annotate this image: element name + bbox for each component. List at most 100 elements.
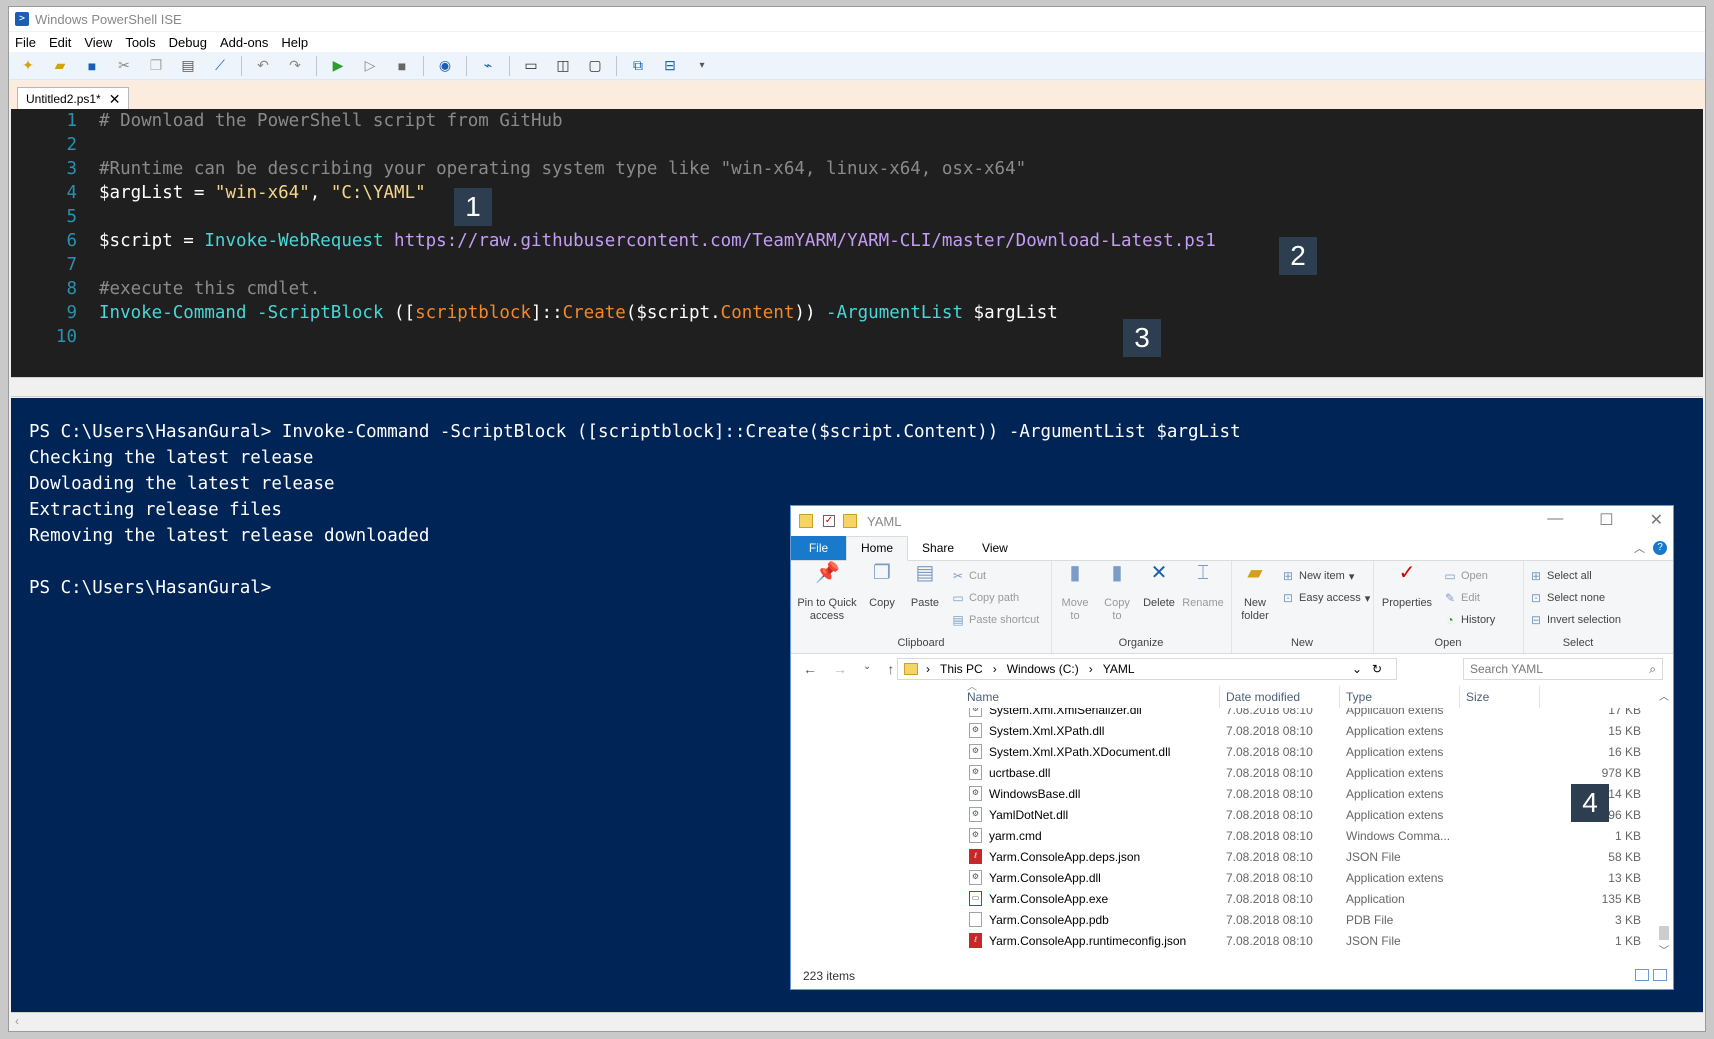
- pin-quick-access-button[interactable]: 📌 Pin to Quick access: [797, 563, 857, 623]
- properties-button[interactable]: ✓ Properties: [1379, 563, 1435, 610]
- vertical-scrollbar[interactable]: ︿ ﹀: [1655, 686, 1673, 957]
- stop-icon[interactable]: ■: [391, 55, 413, 77]
- file-row[interactable]: ⚙ WindowsBase.dll 7.08.2018 08:10 Applicati…: [791, 783, 1653, 804]
- column-divider[interactable]: [1339, 686, 1340, 708]
- scroll-left-icon[interactable]: ‹: [15, 1014, 19, 1028]
- easy-access-button[interactable]: ⊡ Easy access ▾: [1281, 591, 1370, 605]
- file-row[interactable]: ⚙ System.Xml.XPath.dll 7.08.2018 08:10 Appl…: [791, 720, 1653, 741]
- invert-selection-button[interactable]: ⊟ Invert selection: [1529, 613, 1621, 627]
- file-row[interactable]: ⚙ System.Xml.XPath.XDocument.dll 7.08.2018…: [791, 741, 1653, 762]
- new-file-icon[interactable]: ✦: [17, 55, 39, 77]
- file-row[interactable]: ⚙ yarm.cmd 7.08.2018 08:10 Windows Comma...…: [791, 825, 1653, 846]
- search-input[interactable]: Search YAML ⌕: [1463, 658, 1663, 680]
- file-row[interactable]: ⚙ YamlDotNet.dll 7.08.2018 08:10 Applicatio…: [791, 804, 1653, 825]
- select-all-button[interactable]: ⊞ Select all: [1529, 569, 1592, 583]
- minimize-icon[interactable]: —: [1547, 510, 1563, 530]
- column-name[interactable]: Name: [967, 690, 999, 704]
- column-divider[interactable]: [1219, 686, 1220, 708]
- toolbar-overflow-icon[interactable]: ▾: [691, 55, 713, 77]
- close-icon[interactable]: ✕: [109, 91, 121, 108]
- up-icon[interactable]: ↑: [887, 661, 894, 677]
- new-item-button[interactable]: ⊞ New item ▾: [1281, 569, 1354, 583]
- breadcrumb-yaml[interactable]: YAML: [1103, 662, 1135, 676]
- file-row[interactable]: ⚙ System.Xml.XmlSerializer.dll 7.08.2018 0…: [791, 708, 1653, 720]
- column-divider[interactable]: [1539, 686, 1540, 708]
- collapse-ribbon-icon[interactable]: ︿: [1634, 540, 1645, 556]
- maximize-icon[interactable]: ☐: [1599, 510, 1613, 530]
- pane-splitter[interactable]: [11, 377, 1703, 397]
- recent-locations-icon[interactable]: ⌄: [863, 661, 871, 677]
- copy-to-button[interactable]: ▮ Copy to: [1099, 563, 1135, 623]
- layout-max-icon[interactable]: ▢: [584, 55, 606, 77]
- help-icon[interactable]: ?: [1653, 541, 1667, 555]
- select-none-button[interactable]: ⊡ Select none: [1529, 591, 1605, 605]
- new-folder-quick-icon[interactable]: [843, 514, 857, 528]
- new-folder-button[interactable]: ▰ New folder: [1237, 563, 1273, 623]
- paste-button[interactable]: ▤ Paste: [907, 563, 943, 610]
- rename-button[interactable]: ⌶ Rename: [1181, 563, 1225, 610]
- column-type[interactable]: Type: [1346, 690, 1372, 704]
- properties-quick-icon[interactable]: ✓: [823, 515, 835, 527]
- clear-console-icon[interactable]: ⟋: [209, 55, 231, 77]
- file-row[interactable]: ℓ Yarm.ConsoleApp.runtimeconfig.json 7.08.…: [791, 930, 1653, 951]
- breadcrumb-windows-c[interactable]: Windows (C:): [1007, 662, 1079, 676]
- tab-view[interactable]: View: [968, 536, 1022, 560]
- remote-tab-icon[interactable]: ◉: [434, 55, 456, 77]
- delete-button[interactable]: ✕ Delete: [1141, 563, 1177, 610]
- script-editor[interactable]: 1 # Download the PowerShell script from G…: [11, 109, 1703, 377]
- scroll-up-icon[interactable]: ︿: [1659, 688, 1669, 703]
- horizontal-scrollbar[interactable]: ‹: [11, 1012, 1703, 1030]
- menu-view[interactable]: View: [78, 35, 119, 50]
- run-script-icon[interactable]: ▶: [327, 55, 349, 77]
- layout-right-icon[interactable]: ◫: [552, 55, 574, 77]
- copy-icon[interactable]: ❐: [145, 55, 167, 77]
- tab-home[interactable]: Home: [846, 535, 909, 561]
- file-row[interactable]: Yarm.ConsoleApp.pdb 7.08.2018 08:10 PDB Fi…: [791, 909, 1653, 930]
- undo-icon[interactable]: ↶: [252, 55, 274, 77]
- tab-untitled2[interactable]: Untitled2.ps1* ✕: [17, 87, 130, 110]
- show-script-pane-icon[interactable]: ⧉: [627, 55, 649, 77]
- menu-debug[interactable]: Debug: [163, 35, 214, 50]
- menu-edit[interactable]: Edit: [43, 35, 78, 50]
- menu-help[interactable]: Help: [275, 35, 315, 50]
- large-icons-view-icon[interactable]: [1653, 969, 1667, 981]
- move-to-button[interactable]: ▮ Move to: [1059, 563, 1091, 623]
- open-folder-icon[interactable]: ▰: [49, 55, 71, 77]
- column-size[interactable]: Size: [1466, 690, 1489, 704]
- column-date[interactable]: Date modified: [1226, 690, 1300, 704]
- run-selection-icon[interactable]: ▷: [359, 55, 381, 77]
- edit-button[interactable]: ✎ Edit: [1443, 591, 1480, 605]
- save-icon[interactable]: ■: [81, 55, 103, 77]
- column-divider[interactable]: [1459, 686, 1460, 708]
- open-button[interactable]: ▭ Open: [1443, 569, 1488, 583]
- paste-icon[interactable]: ▤: [177, 55, 199, 77]
- file-row[interactable]: ⚙ ucrtbase.dll 7.08.2018 08:10 Application …: [791, 762, 1653, 783]
- paste-shortcut-button[interactable]: ▤ Paste shortcut: [951, 613, 1039, 627]
- menu-addons[interactable]: Add-ons: [214, 35, 275, 50]
- show-commands-icon[interactable]: ⊟: [659, 55, 681, 77]
- refresh-icon[interactable]: ↻: [1372, 662, 1382, 676]
- start-powershell-icon[interactable]: ⌁: [477, 55, 499, 77]
- breadcrumb-this-pc[interactable]: This PC: [940, 662, 983, 676]
- cut-button[interactable]: ✂ Cut: [951, 569, 986, 583]
- back-icon[interactable]: ←: [803, 661, 817, 677]
- copy-button[interactable]: ❐ Copy: [865, 563, 899, 610]
- redo-icon[interactable]: ↷: [284, 55, 306, 77]
- menu-file[interactable]: File: [9, 35, 43, 50]
- menu-tools[interactable]: Tools: [119, 35, 162, 50]
- file-row[interactable]: ⚙ Yarm.ConsoleApp.dll 7.08.2018 08:10 Appli…: [791, 867, 1653, 888]
- scroll-down-icon[interactable]: ﹀: [1659, 942, 1669, 957]
- cut-icon[interactable]: ✂: [113, 55, 135, 77]
- details-view-icon[interactable]: [1635, 969, 1649, 981]
- address-bar[interactable]: › This PC › Windows (C:) › YAML ⌄ ↻: [897, 658, 1397, 680]
- forward-icon[interactable]: →: [833, 661, 847, 677]
- file-row[interactable]: ▭ Yarm.ConsoleApp.exe 7.08.2018 08:10 Appli…: [791, 888, 1653, 909]
- copy-path-button[interactable]: ▭ Copy path: [951, 591, 1019, 605]
- chevron-down-icon[interactable]: ⌄: [1352, 662, 1362, 676]
- history-button[interactable]: ◔ History: [1443, 613, 1495, 627]
- tab-share[interactable]: Share: [908, 536, 968, 560]
- layout-top-icon[interactable]: ▭: [520, 55, 542, 77]
- close-icon[interactable]: ✕: [1650, 510, 1663, 530]
- scroll-thumb[interactable]: [1659, 926, 1669, 940]
- tab-file[interactable]: File: [791, 536, 846, 560]
